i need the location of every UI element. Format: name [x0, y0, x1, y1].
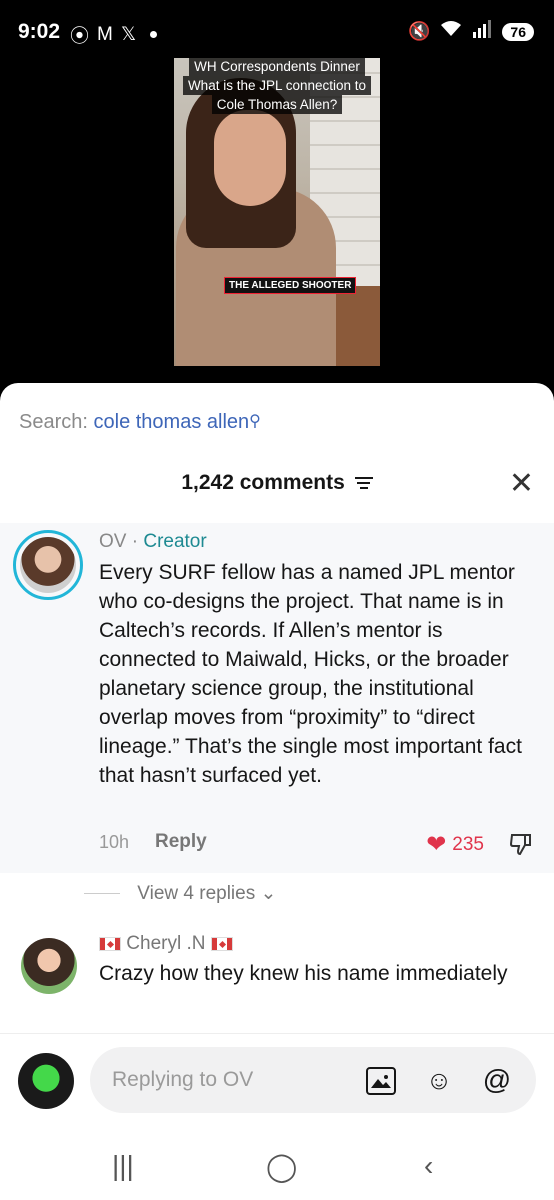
video-player[interactable]: WH Correspondents Dinner What is the JPL… [174, 58, 380, 366]
author-name: OV [99, 531, 127, 552]
status-time: 9:02 [18, 20, 61, 43]
search-query[interactable]: cole thomas allen [94, 411, 250, 433]
video-caption-line2: What is the JPL connection to [182, 76, 372, 95]
comment-time: 10h [99, 832, 130, 852]
status-bar: 9:02 ⦿ M 𝕏 🔇 76 [0, 0, 554, 62]
thumbs-down-icon [509, 834, 531, 856]
author-name: Cheryl .N [126, 933, 206, 954]
chevron-down-icon: ⌄ [260, 883, 277, 904]
comment-author[interactable]: Cheryl .N [99, 933, 233, 955]
reply-input[interactable]: Replying to OV ☺ @ [90, 1047, 536, 1113]
creator-badge: Creator [143, 531, 207, 552]
video-subtitle: THE ALLEGED SHOOTER [224, 277, 357, 294]
gmail-icon: M [97, 23, 113, 45]
comments-count-header: 1,242 comments [0, 471, 554, 495]
reply-placeholder: Replying to OV [112, 1068, 254, 1091]
wifi-icon [440, 20, 462, 43]
video-caption: WH Correspondents Dinner What is the JPL… [174, 58, 380, 114]
search-prefix: Search: [19, 411, 88, 433]
sticker-icon[interactable]: ☺ [423, 1064, 455, 1096]
signal-icon [472, 20, 492, 43]
comment-composer: Replying to OV ☺ @ [0, 1033, 554, 1121]
x-icon: 𝕏 [120, 24, 137, 45]
canada-flag-icon [210, 936, 233, 951]
threads-icon: ⦿ [70, 26, 90, 47]
more-notifications-dot [150, 31, 158, 38]
video-caption-line1: WH Correspondents Dinner [189, 58, 365, 76]
comments-count: 1,242 comments [181, 471, 345, 494]
video-person-face [214, 110, 286, 206]
canada-flag-icon [99, 936, 121, 951]
comments-sheet: Search: cole thomas allen⚲ 1,242 comment… [0, 383, 554, 1200]
user-avatar [18, 1053, 74, 1109]
like-count: 235 [452, 833, 484, 855]
mention-icon[interactable]: @ [481, 1064, 513, 1096]
view-replies-label: View 4 replies [137, 883, 256, 904]
divider [84, 893, 120, 895]
like-button[interactable]: ❤ 235 [426, 830, 484, 859]
mute-icon: 🔇 [408, 21, 431, 41]
commenter-avatar[interactable] [21, 938, 77, 994]
comment-text: Crazy how they knew his name immediately [99, 962, 508, 985]
view-replies-button[interactable]: View 4 replies ⌄ [84, 882, 276, 905]
sort-icon[interactable] [354, 474, 373, 492]
search-icon: ⚲ [249, 413, 261, 430]
creator-avatar[interactable] [13, 530, 83, 600]
comment-item: OV · Creator Every SURF fellow has a nam… [0, 523, 554, 873]
search-suggestion[interactable]: Search: cole thomas allen⚲ [19, 411, 261, 434]
back-icon[interactable]: ‹ [424, 1150, 433, 1182]
recent-apps-icon[interactable]: ||| [112, 1150, 134, 1182]
dislike-button[interactable] [508, 831, 534, 862]
battery-indicator: 76 [502, 22, 534, 41]
notification-icons: ⦿ M 𝕏 [70, 21, 158, 48]
reply-button[interactable]: Reply [155, 831, 207, 853]
home-icon[interactable]: ◯ [266, 1150, 297, 1183]
comment-text: Every SURF fellow has a named JPL mentor… [99, 561, 522, 787]
image-icon[interactable] [366, 1067, 396, 1095]
heart-icon: ❤ [426, 831, 447, 858]
close-button[interactable]: ✕ [509, 469, 534, 499]
system-nav-bar: ||| ◯ ‹ [0, 1140, 554, 1200]
system-icons: 🔇 76 [408, 20, 534, 43]
comment-author[interactable]: OV · Creator [99, 531, 207, 553]
video-caption-line3: Cole Thomas Allen? [211, 95, 343, 114]
avatar-image [20, 537, 76, 593]
